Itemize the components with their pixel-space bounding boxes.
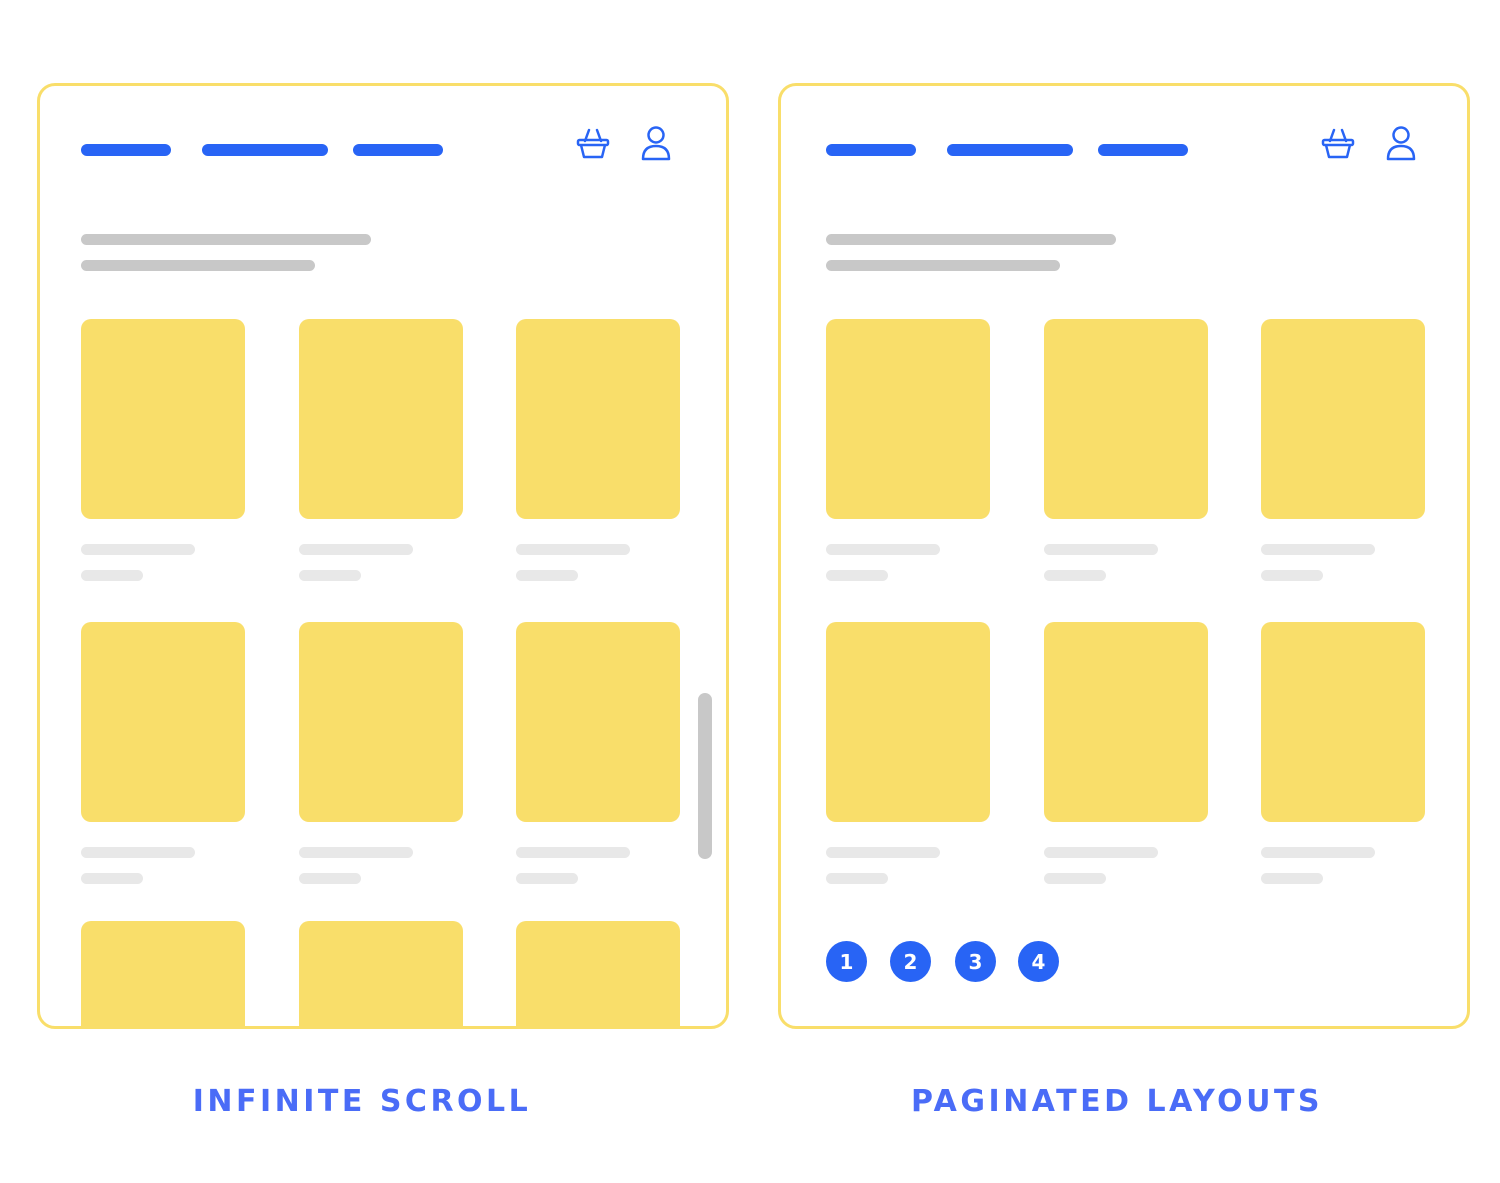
infinite-scroll-mockup [37,83,729,1029]
product-price-placeholder [826,570,888,581]
user-icon[interactable] [638,124,674,162]
subheading-placeholder [826,260,1060,271]
product-price-placeholder [1044,873,1106,884]
product-card[interactable] [516,319,680,519]
page-button-2[interactable]: 2 [890,941,931,982]
heading-placeholder [826,234,1116,245]
product-title-placeholder [516,847,630,858]
product-price-placeholder [826,873,888,884]
product-card[interactable] [516,921,680,1026]
page-button-3[interactable]: 3 [955,941,996,982]
product-price-placeholder [1261,570,1323,581]
product-title-placeholder [1261,847,1375,858]
product-title-placeholder [1044,544,1158,555]
product-price-placeholder [81,570,143,581]
paginated-layouts-caption: PAGINATED LAYOUTS [910,1084,1324,1119]
product-title-placeholder [516,544,630,555]
product-title-placeholder [81,847,195,858]
product-card[interactable] [81,622,245,822]
nav-link-placeholder[interactable] [81,144,171,156]
product-card[interactable] [1044,319,1208,519]
basket-icon[interactable] [1320,124,1356,162]
nav-link-placeholder[interactable] [947,144,1073,156]
product-card[interactable] [299,921,463,1026]
product-title-placeholder [299,544,413,555]
product-card[interactable] [299,622,463,822]
product-title-placeholder [1261,544,1375,555]
product-price-placeholder [1261,873,1323,884]
product-title-placeholder [81,544,195,555]
page-button-1[interactable]: 1 [826,941,867,982]
product-card[interactable] [516,622,680,822]
product-card[interactable] [826,622,990,822]
nav-link-placeholder[interactable] [202,144,328,156]
product-card[interactable] [299,319,463,519]
subheading-placeholder [81,260,315,271]
basket-icon[interactable] [575,124,611,162]
product-price-placeholder [299,873,361,884]
nav-link-placeholder[interactable] [1098,144,1188,156]
product-price-placeholder [516,570,578,581]
product-price-placeholder [81,873,143,884]
product-card[interactable] [81,921,245,1026]
product-card[interactable] [1261,622,1425,822]
product-price-placeholder [1044,570,1106,581]
product-title-placeholder [299,847,413,858]
product-title-placeholder [1044,847,1158,858]
page-button-4[interactable]: 4 [1018,941,1059,982]
product-card[interactable] [81,319,245,519]
product-card[interactable] [1261,319,1425,519]
nav-link-placeholder[interactable] [826,144,916,156]
product-card[interactable] [826,319,990,519]
infinite-scroll-caption: INFINITE SCROLL [192,1084,532,1119]
product-card[interactable] [1044,622,1208,822]
paginated-layout-mockup: 1 2 3 4 [778,83,1470,1029]
user-icon[interactable] [1383,124,1419,162]
heading-placeholder [81,234,371,245]
product-title-placeholder [826,544,940,555]
product-title-placeholder [826,847,940,858]
nav-link-placeholder[interactable] [353,144,443,156]
scrollbar[interactable] [698,693,712,859]
product-price-placeholder [299,570,361,581]
product-price-placeholder [516,873,578,884]
